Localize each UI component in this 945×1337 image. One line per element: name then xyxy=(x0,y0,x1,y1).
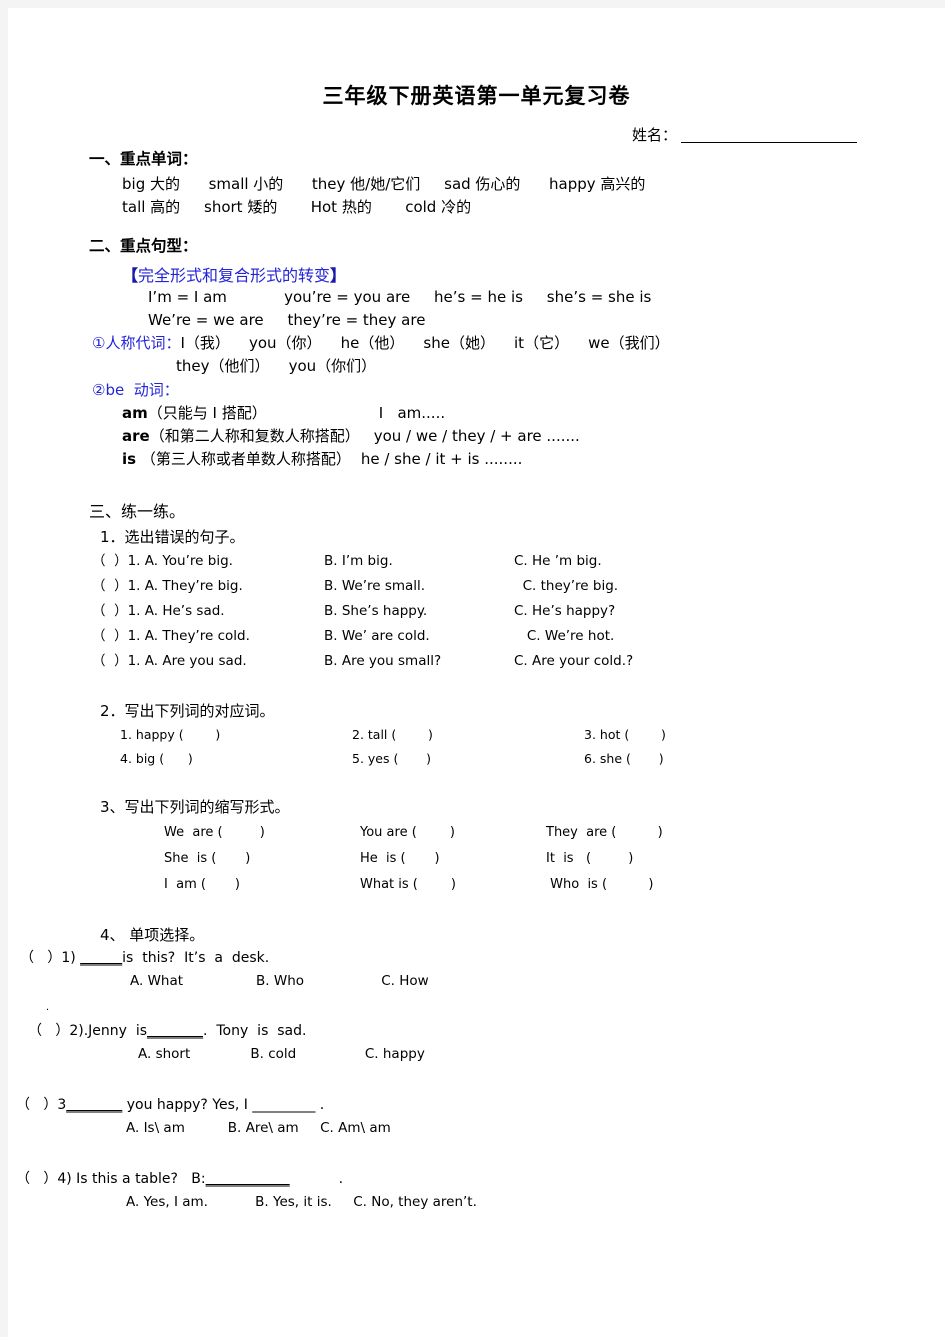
answer-blank[interactable]: ________ xyxy=(147,1023,203,1039)
option-c[interactable]: C. Are your cold.? xyxy=(514,649,633,674)
option-c[interactable]: C. they’re big. xyxy=(514,574,618,599)
be-example-am: I am..... xyxy=(378,403,446,422)
bracket-close: 】 xyxy=(330,265,347,285)
be-verb-row: are（和第二人称和复数人称搭配） you / we / they / + are… xyxy=(92,425,905,448)
exercise-4-options[interactable]: A. Is\ am B. Are\ am C. Am\ am xyxy=(16,1116,905,1142)
exercise-2-row[interactable]: 4. big ( ) 5. yes ( ) 6. she ( ) xyxy=(92,747,905,771)
section-one-heading: 一、重点单词： xyxy=(89,150,198,168)
be-verb-row: am（只能与 I 搭配） I am..... xyxy=(92,402,905,425)
stray-mark: . xyxy=(46,1000,50,1013)
answer-blank[interactable]: ________ xyxy=(66,1097,122,1113)
page-title: 三年级下册英语第一单元复习卷 xyxy=(322,83,631,108)
option-b[interactable]: B. Are you small? xyxy=(324,649,514,674)
contraction-blank[interactable]: They are ( ) xyxy=(546,820,663,846)
exercise-1-heading: 1．选出错误的句子。 xyxy=(100,527,245,546)
exercise-1-row[interactable]: （ ）1. A. They’re big. B. We’re small. C. … xyxy=(92,574,905,599)
bracket-title: 完全形式和复合形式的转变 xyxy=(138,265,331,285)
contraction-line: We’re = we are they’re = they are xyxy=(148,310,426,329)
be-verb-is: is xyxy=(122,450,137,469)
fill-blank-item[interactable]: 1. happy ( ) xyxy=(120,723,352,747)
option-a[interactable]: （ ）1. A. He’s sad. xyxy=(92,599,324,624)
exercise-4-options[interactable]: A. What B. Who C. How xyxy=(20,969,905,995)
exercise-3-heading: 3、写出下列词的缩写形式。 xyxy=(100,798,290,817)
exercise-4-question[interactable]: （ ）1) ______is this? It’s a desk. xyxy=(20,947,905,969)
name-label: 姓名： xyxy=(631,127,677,144)
option-c[interactable]: C. We’re hot. xyxy=(514,624,614,649)
exercise-3-row[interactable]: I am ( ) What is ( ) Who is ( ) xyxy=(92,872,905,898)
question-stem-post: is this? It’s a desk. xyxy=(122,949,270,966)
pronoun-list: I（我） you（你） he（他） she（她） it（它） we（我们） xyxy=(180,334,670,352)
section-two-heading: 二、重点句型： xyxy=(89,236,198,255)
contraction-blank[interactable]: We are ( ) xyxy=(164,820,360,846)
option-a[interactable]: （ ）1. A. You’re big. xyxy=(92,549,324,574)
name-input-blank[interactable] xyxy=(681,142,857,143)
vocab-row: tall 高的 short 矮的 Hot 热的 cold 冷的 xyxy=(122,198,472,217)
pronoun-label: ①人称代词： xyxy=(92,334,181,352)
contraction-blank[interactable]: It is ( ) xyxy=(546,846,633,872)
contraction-line: I’m = I am you’re = you are he’s = he is… xyxy=(148,287,652,306)
be-rule-am: （只能与 I 搭配） xyxy=(147,403,267,422)
fill-blank-item[interactable]: 4. big ( ) xyxy=(120,747,352,771)
exercise-2-heading: 2．写出下列词的对应词。 xyxy=(100,701,275,720)
fill-blank-item[interactable]: 6. she ( ) xyxy=(584,747,664,771)
option-b[interactable]: B. We’re small. xyxy=(324,574,514,599)
name-field-row: 姓名： xyxy=(8,124,945,145)
contraction-blank[interactable]: What is ( ) xyxy=(360,872,546,898)
exercise-3-row[interactable]: We are ( ) You are ( ) They are ( ) xyxy=(92,820,905,846)
be-rule-is: （第三人称或者单数人称搭配） xyxy=(136,450,351,469)
section-three-heading: 三、练一练。 xyxy=(89,501,186,521)
exercise-1-row[interactable]: （ ）1. A. They’re cold. B. We’ are cold. C… xyxy=(92,624,905,649)
exercise-2-row[interactable]: 1. happy ( ) 2. tall ( ) 3. hot ( ) xyxy=(92,723,905,747)
option-c[interactable]: C. He’s happy? xyxy=(514,599,615,624)
question-stem-post: you happy? Yes, I _________ . xyxy=(122,1096,325,1113)
fill-blank-item[interactable]: 2. tall ( ) xyxy=(352,723,584,747)
be-example-is: he / she / it + is ........ xyxy=(360,450,523,469)
question-stem-pre: （ ）3 xyxy=(16,1096,67,1113)
be-verb-are: are xyxy=(122,427,150,445)
option-a[interactable]: （ ）1. A. They’re big. xyxy=(92,574,324,599)
be-verb-am: am xyxy=(122,403,148,422)
contraction-blank[interactable]: He is ( ) xyxy=(360,846,546,872)
sentence-pattern-subheading: 【完全形式和复合形式的转变】 xyxy=(92,262,905,286)
fill-blank-item[interactable]: 3. hot ( ) xyxy=(584,723,666,747)
option-b[interactable]: B. I’m big. xyxy=(324,549,514,574)
be-rule-are: （和第二人称和复数人称搭配） xyxy=(149,427,360,445)
option-a[interactable]: （ ）1. A. They’re cold. xyxy=(92,624,324,649)
vocab-row: big 大的 small 小的 they 他/她/它们 sad 伤心的 happ… xyxy=(122,175,646,193)
contraction-blank[interactable]: Who is ( ) xyxy=(546,872,653,898)
be-verb-row: is （第三人称或者单数人称搭配） he / she / it + is ....… xyxy=(92,448,905,471)
be-verb-label: ②be 动词： xyxy=(92,380,179,399)
bracket-open: 【 xyxy=(122,265,139,285)
option-c[interactable]: C. He ’m big. xyxy=(514,549,602,574)
pronoun-row-2: they（他们） you（你们） xyxy=(176,357,377,376)
exercise-1-row[interactable]: （ ）1. A. Are you sad. B. Are you small? C.… xyxy=(92,649,905,674)
exercise-4-question[interactable]: （ ）4) Is this a table? B:____________ . xyxy=(16,1168,905,1190)
exercise-4-heading: 4、 单项选择。 xyxy=(100,925,205,944)
exercise-4-question[interactable]: （ ）2).Jenny is________. Tony is sad. xyxy=(28,1020,905,1042)
exercise-1-row[interactable]: （ ）1. A. You’re big. B. I’m big. C. He ’m … xyxy=(92,549,905,574)
contraction-blank[interactable]: You are ( ) xyxy=(360,820,546,846)
document-page: 三年级下册英语第一单元复习卷 姓名： 一、重点单词： big 大的 small … xyxy=(8,8,945,1337)
pronoun-row: ①人称代词：I（我） you（你） he（他） she（她） it（它） we（… xyxy=(92,332,905,355)
question-stem-post: . xyxy=(289,1170,344,1187)
answer-blank[interactable]: ____________ xyxy=(206,1171,290,1187)
option-b[interactable]: B. We’ are cold. xyxy=(324,624,514,649)
contraction-blank[interactable]: I am ( ) xyxy=(164,872,360,898)
question-stem-pre: （ ）1) xyxy=(20,949,81,966)
be-example-are: you / we / they / + are ....... xyxy=(373,427,580,445)
fill-blank-item[interactable]: 5. yes ( ) xyxy=(352,747,584,771)
exercise-4-question[interactable]: （ ）3________ you happy? Yes, I _________… xyxy=(16,1094,905,1116)
question-stem-post: . Tony is sad. xyxy=(203,1022,307,1039)
answer-blank[interactable]: ______ xyxy=(80,950,122,966)
option-b[interactable]: B. She’s happy. xyxy=(324,599,514,624)
option-a[interactable]: （ ）1. A. Are you sad. xyxy=(92,649,324,674)
exercise-3-row[interactable]: She is ( ) He is ( ) It is ( ) xyxy=(92,846,905,872)
question-stem-pre: （ ）2).Jenny is xyxy=(28,1022,148,1039)
exercise-4-options[interactable]: A. short B. cold C. happy xyxy=(28,1042,905,1068)
question-stem-pre: （ ）4) Is this a table? B: xyxy=(16,1170,206,1187)
exercise-1-row[interactable]: （ ）1. A. He’s sad. B. She’s happy. C. He’s… xyxy=(92,599,905,624)
contraction-blank[interactable]: She is ( ) xyxy=(164,846,360,872)
exercise-4-options[interactable]: A. Yes, I am. B. Yes, it is. C. No, they… xyxy=(16,1190,905,1216)
